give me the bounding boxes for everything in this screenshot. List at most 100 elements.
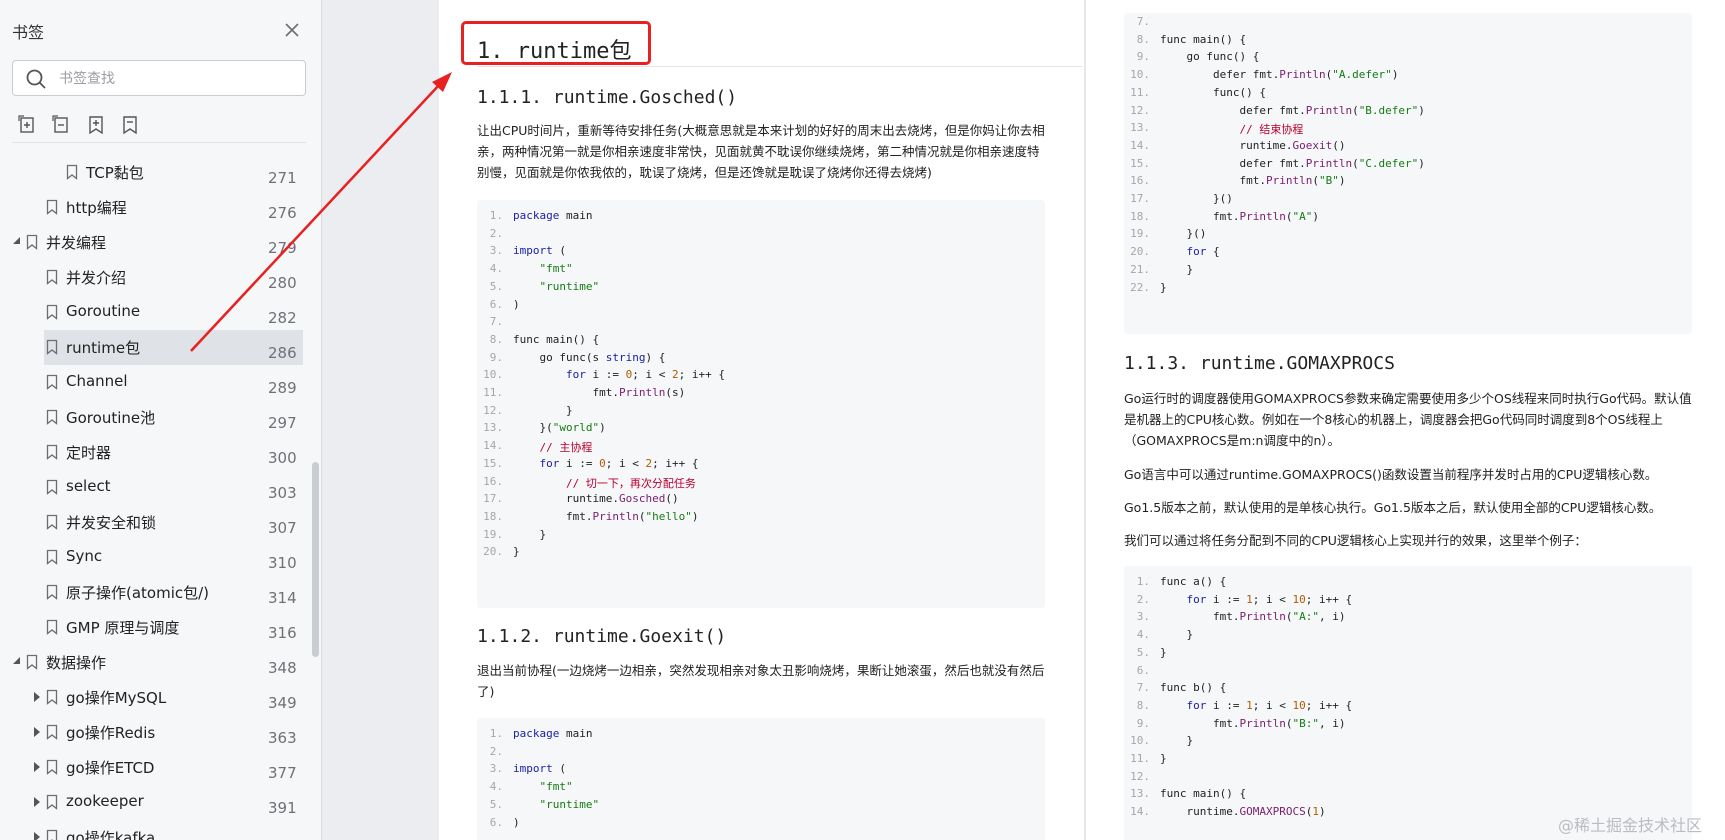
code-line: runtime.Gosched()	[513, 492, 679, 506]
bookmark-item[interactable]: 定时器 300	[0, 435, 308, 470]
code-line-number: 2.	[1136, 592, 1150, 606]
code-line: func main() {	[513, 332, 600, 346]
code-line-number: 5.	[489, 797, 503, 811]
code-line-number: 16.	[1130, 174, 1150, 188]
paragraph-gomaxprocs-1: Go运行时的调度器使用GOMAXPROCS参数来确定需要使用多少个OS线程来同时…	[1124, 391, 1692, 448]
bookmark-page-number: 316	[268, 624, 297, 642]
bookmark-label: TCP黏包	[86, 164, 144, 182]
code-line: // 主协程	[539, 441, 593, 455]
code-line: }	[1160, 280, 1167, 294]
bookmark-page-number: 289	[268, 379, 297, 397]
bookmark-item[interactable]: 原子操作(atomic包/) 314	[0, 575, 308, 610]
watermark: @稀土掘金技术社区	[1558, 816, 1703, 835]
code-line-number: 7.	[1136, 15, 1150, 28]
code-line-number: 6.	[489, 297, 503, 311]
code-line-number: 18.	[483, 509, 503, 523]
bookmarks-sidebar: 书签 TCP黏包 271 http编程 276 并发编程 279 并发介绍 280 Gorout…	[0, 0, 322, 840]
code-line-number: 8.	[1136, 32, 1150, 46]
expanded-triangle-icon[interactable]	[11, 236, 23, 248]
close-icon[interactable]	[282, 20, 302, 40]
sidebar-scrollbar[interactable]	[312, 462, 319, 657]
bookmark-item[interactable]: Channel 289	[0, 365, 308, 400]
code-line: func main() {	[1160, 787, 1247, 801]
code-line-number: 15.	[1130, 156, 1150, 170]
code-line-number: 11.	[1130, 85, 1150, 99]
bookmark-label: 定时器	[66, 444, 112, 462]
code-line: for i := 0; i < 2; i++ {	[565, 368, 725, 382]
code-line: }	[513, 527, 547, 541]
bookmark-flag-icon	[46, 514, 58, 530]
paragraph-goexit: 退出当前协程(一边烧烤一边相亲，突然发现相亲对象太丑影响烧烤，果断让她滚蛋，然后…	[477, 663, 1045, 699]
bookmark-item[interactable]: Sync 310	[0, 540, 308, 575]
bookmark-item[interactable]: 并发介绍 280	[0, 260, 308, 295]
code-line-number: 1.	[489, 727, 503, 740]
bookmark-search-field[interactable]	[12, 60, 306, 96]
bookmark-page-number: 300	[268, 449, 297, 467]
code-line-number: 10.	[1130, 68, 1150, 82]
bookmark-item[interactable]: TCP黏包 271	[0, 155, 308, 190]
heading-rule	[477, 66, 1083, 67]
collapsed-triangle-icon[interactable]	[31, 691, 43, 703]
code-line: "fmt"	[539, 262, 573, 276]
bookmark-search-input[interactable]	[57, 65, 301, 93]
code-line: go func() {	[1160, 50, 1260, 64]
expand-all-icon[interactable]	[17, 114, 39, 136]
code-line-number: 20.	[1130, 245, 1150, 259]
collapsed-triangle-icon[interactable]	[31, 761, 43, 773]
code-line-number: 3.	[489, 762, 503, 776]
bookmark-label: 数据操作	[46, 654, 107, 672]
bookmark-label: 并发编程	[46, 234, 107, 252]
code-line-number: 4.	[1136, 628, 1150, 642]
collapse-all-icon[interactable]	[51, 114, 73, 136]
document-page-right: 7. 8. func main() {9. go func() {10. defer…	[1086, 0, 1725, 840]
bookmark-item[interactable]: Goroutine池 297	[0, 400, 308, 435]
bookmark-item[interactable]: http编程 276	[0, 190, 308, 225]
code-line-number: 9.	[1136, 716, 1150, 730]
code-line-number: 6.	[1136, 663, 1150, 677]
code-line-number: 20.	[483, 545, 503, 559]
code-line: func main() {	[1160, 32, 1247, 46]
code-block-goexit-continued: 7. 8. func main() {9. go func() {10. defer…	[1124, 13, 1692, 334]
collapsed-triangle-icon[interactable]	[31, 726, 43, 738]
code-line: }	[513, 545, 520, 559]
section-heading-goexit: 1.1.2. runtime.Goexit()	[477, 626, 727, 647]
code-line: }	[1160, 262, 1194, 276]
bookmark-label: Goroutine池	[66, 409, 156, 427]
bookmark-item[interactable]: zookeeper 391	[0, 785, 308, 820]
section-heading-gosched: 1.1.1. runtime.Gosched()	[477, 87, 738, 108]
bookmark-item[interactable]: GMP 原理与调度 316	[0, 610, 308, 645]
code-line-number: 15.	[483, 456, 503, 470]
bookmark-item[interactable]: 并发编程 279	[0, 225, 308, 260]
bookmark-flag-icon	[46, 479, 58, 495]
expanded-triangle-icon[interactable]	[11, 656, 23, 668]
bookmark-item[interactable]: Goroutine 282	[0, 295, 308, 330]
bookmark-page-number: 280	[268, 274, 297, 292]
bookmark-item[interactable]: go操作ETCD 377	[0, 750, 308, 785]
code-line-number: 4.	[489, 780, 503, 794]
code-block-gosched: 1. package main 2. 3. import (4. "fmt" 5. "ru…	[477, 200, 1045, 608]
code-line-number: 13.	[1130, 787, 1150, 801]
code-line: import (	[513, 762, 566, 776]
bookmark-item[interactable]: 数据操作 348	[0, 645, 308, 680]
bookmark-page-number: 303	[268, 484, 297, 502]
bookmark-item[interactable]: go操作MySQL 349	[0, 680, 308, 715]
bookmark-page-number: 286	[268, 344, 297, 362]
bookmark-icon[interactable]	[119, 114, 141, 136]
code-line-number: 10.	[483, 368, 503, 382]
bookmark-label: Channel	[66, 372, 128, 390]
bookmark-item[interactable]: 并发安全和锁 307	[0, 505, 308, 540]
collapsed-triangle-icon[interactable]	[31, 796, 43, 808]
bookmark-item[interactable]: go操作kafka	[0, 820, 308, 840]
bookmark-item[interactable]: select 303	[0, 470, 308, 505]
collapsed-triangle-icon[interactable]	[31, 831, 43, 840]
code-block-gomaxprocs: 1. func a() {2. for i := 1; i < 10; i++ {…	[1124, 566, 1692, 840]
bookmark-label: runtime包	[66, 339, 141, 357]
add-bookmark-icon[interactable]	[85, 114, 107, 136]
code-line-number: 1.	[1136, 575, 1150, 588]
bookmark-item[interactable]: go操作Redis 363	[0, 715, 308, 750]
bookmark-page-number: 310	[268, 554, 297, 572]
code-line-number: 7.	[489, 315, 503, 329]
code-line: package main	[513, 727, 593, 740]
bookmark-flag-icon	[46, 409, 58, 425]
bookmark-item[interactable]: runtime包 286	[0, 330, 308, 365]
